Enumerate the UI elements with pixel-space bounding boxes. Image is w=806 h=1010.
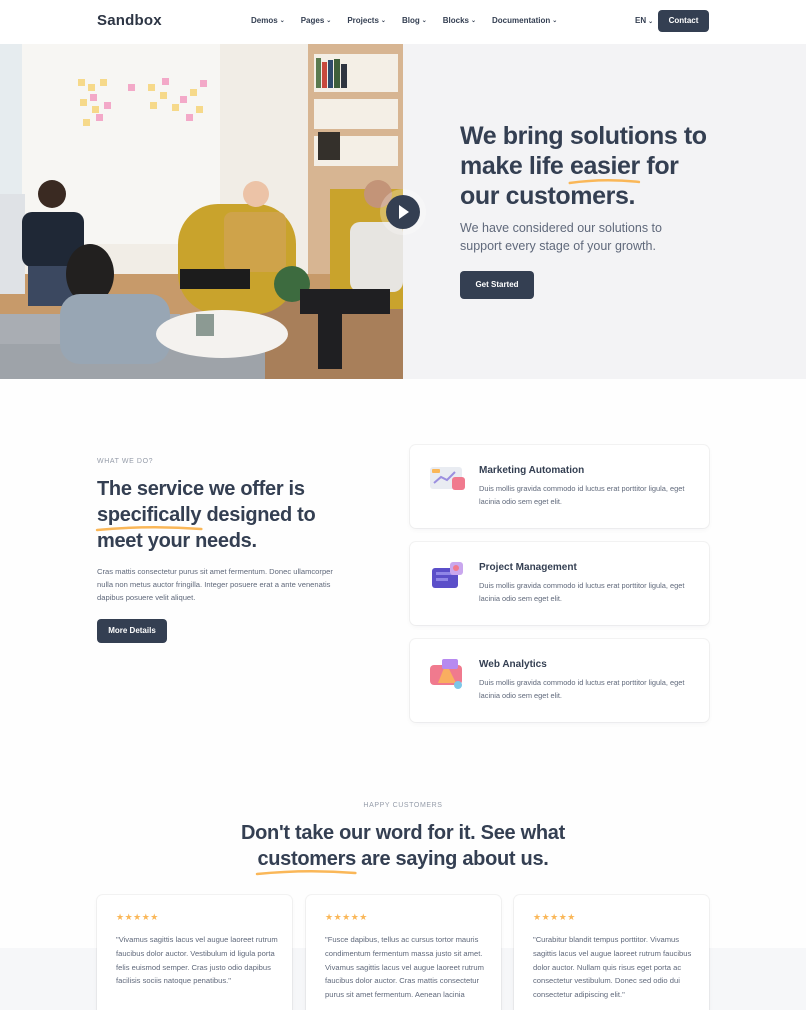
chevron-down-icon: ⌄ xyxy=(380,18,386,24)
highlight-word: specifically xyxy=(95,502,203,532)
menu-item-label: Documentation xyxy=(492,16,551,25)
contact-button[interactable]: Contact xyxy=(658,10,709,32)
service-card-title: Project Management xyxy=(479,562,577,573)
highlight-text: specifically xyxy=(97,504,202,526)
chevron-down-icon: ⌄ xyxy=(648,19,654,25)
services-title-line: designed to xyxy=(201,504,316,526)
menu-item-blocks[interactable]: Blocks ⌄ xyxy=(443,16,476,25)
testimonial-card: ★★★★★ "Vivamus sagittis lacus vel augue … xyxy=(97,895,292,1010)
hero-title-line: make life xyxy=(460,152,570,180)
section-eyebrow: WHAT WE DO? xyxy=(97,458,154,465)
testimonials-title: Don't take our word for it. See what cus… xyxy=(200,820,606,876)
hero-title-line: We bring solutions to xyxy=(460,122,707,150)
language-selector[interactable]: EN ⌄ xyxy=(635,16,653,25)
main-menu: Demos ⌄ Pages ⌄ Projects ⌄ Blog ⌄ Blocks ⌄ Do… xyxy=(251,16,573,25)
star-rating: ★★★★★ xyxy=(533,912,576,922)
testimonials-title-line: are saying about us. xyxy=(355,848,549,870)
get-started-button[interactable]: Get Started xyxy=(460,271,534,299)
menu-item-documentation[interactable]: Documentation ⌄ xyxy=(492,16,557,25)
marketing-icon xyxy=(430,467,465,490)
testimonial-card: ★★★★★ "Curabitur blandit tempus porttito… xyxy=(514,895,709,1010)
more-details-button[interactable]: More Details xyxy=(97,619,167,643)
highlight-text: easier xyxy=(569,152,640,180)
testimonial-card: ★★★★★ "Fusce dapibus, tellus ac cursus t… xyxy=(306,895,501,1010)
menu-item-blog[interactable]: Blog ⌄ xyxy=(402,16,427,25)
menu-item-demos[interactable]: Demos ⌄ xyxy=(251,16,285,25)
highlight-word: easier xyxy=(568,151,640,185)
service-card-title: Marketing Automation xyxy=(479,465,585,476)
menu-item-label: Blog xyxy=(401,16,420,25)
hero-subtitle: We have considered our solutions to supp… xyxy=(460,221,662,253)
testimonial-quote: "Vivamus sagittis lacus vel augue laoree… xyxy=(116,935,278,986)
chevron-down-icon: ⌄ xyxy=(552,18,558,24)
highlight-text: customers xyxy=(257,848,356,870)
service-card-text: Duis mollis gravida commodo id luctus er… xyxy=(479,581,685,603)
hero-image xyxy=(0,44,403,379)
service-card-marketing[interactable]: Marketing Automation Duis mollis gravida… xyxy=(410,445,709,528)
hero-title: We bring solutions to make life easier f… xyxy=(460,121,720,211)
star-rating: ★★★★★ xyxy=(116,912,159,922)
menu-item-label: Blocks xyxy=(442,16,469,25)
services-description: Cras mattis consectetur purus sit amet f… xyxy=(97,567,333,602)
service-card-text: Duis mollis gravida commodo id luctus er… xyxy=(479,484,685,506)
meeting-photo-illustration xyxy=(0,44,403,379)
testimonial-quote: "Curabitur blandit tempus porttitor. Viv… xyxy=(533,935,692,1000)
chevron-down-icon: ⌄ xyxy=(470,18,477,24)
star-rating: ★★★★★ xyxy=(325,912,368,922)
services-title: The service we offer is specifically des… xyxy=(95,476,357,554)
service-card-project[interactable]: Project Management Duis mollis gravida c… xyxy=(410,542,709,625)
menu-item-label: Projects xyxy=(347,16,379,25)
chevron-down-icon: ⌄ xyxy=(279,18,285,24)
service-card-title: Web Analytics xyxy=(479,659,547,670)
top-navbar: Sandbox Demos ⌄ Pages ⌄ Projects ⌄ Blog ⌄ Bl… xyxy=(0,0,806,44)
menu-item-projects[interactable]: Projects ⌄ xyxy=(347,16,386,25)
play-icon xyxy=(399,205,409,219)
project-icon xyxy=(432,562,463,588)
play-video-button[interactable] xyxy=(386,195,420,229)
highlight-word: customers xyxy=(256,846,358,876)
testimonials-title-line: Don't take our word for it. See what xyxy=(241,822,565,844)
analytics-icon xyxy=(430,659,462,689)
services-title-line: meet your needs. xyxy=(97,530,257,552)
menu-item-pages[interactable]: Pages ⌄ xyxy=(301,16,332,25)
service-card-analytics[interactable]: Web Analytics Duis mollis gravida commod… xyxy=(410,639,709,722)
section-eyebrow: HAPPY CUSTOMERS xyxy=(363,802,443,809)
underline-decoration xyxy=(568,178,641,185)
hero-panel xyxy=(403,44,806,379)
hero-title-line: for xyxy=(639,152,679,180)
underline-decoration xyxy=(256,869,358,876)
hero-title-line: our customers. xyxy=(460,182,636,210)
chevron-down-icon: ⌄ xyxy=(421,18,427,24)
menu-item-label: Demos xyxy=(251,16,278,25)
underline-decoration xyxy=(95,525,203,532)
chevron-down-icon: ⌄ xyxy=(326,18,332,24)
services-title-line: The service we offer is xyxy=(97,478,305,500)
service-card-text: Duis mollis gravida commodo id luctus er… xyxy=(479,678,685,700)
testimonial-quote: "Fusce dapibus, tellus ac cursus tortor … xyxy=(325,935,484,1000)
logo[interactable]: Sandbox xyxy=(97,12,162,29)
language-label: EN xyxy=(635,16,647,25)
menu-item-label: Pages xyxy=(300,16,325,25)
